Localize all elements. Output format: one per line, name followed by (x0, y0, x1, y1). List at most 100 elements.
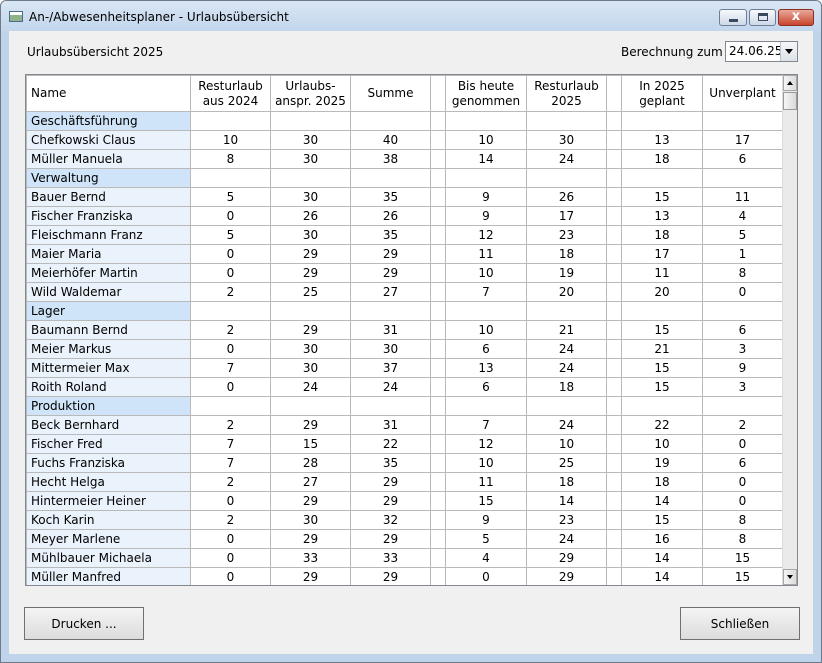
value-cell (430, 263, 446, 283)
value-cell: 7 (190, 453, 271, 473)
title-bar[interactable]: An-/Abwesenheitsplaner - Urlaubsübersich… (1, 1, 821, 31)
value-cell (270, 301, 351, 321)
group-row[interactable]: Verwaltung (26, 168, 783, 188)
table-body: Geschäftsführung Chefkowski Claus 10 30 40 10… (26, 111, 783, 585)
value-cell: 24 (526, 358, 607, 378)
value-cell (350, 111, 431, 131)
date-dropdown-button[interactable] (780, 42, 797, 61)
value-cell: 9 (445, 206, 527, 226)
table-row[interactable]: Meyer Marlene 0 29 29 5 24 16 8 (26, 529, 783, 549)
table-row[interactable]: Baumann Bernd 2 29 31 10 21 15 6 (26, 320, 783, 340)
group-row[interactable]: Produktion (26, 396, 783, 416)
table-row[interactable]: Wild Waldemar 2 25 27 7 20 20 0 (26, 282, 783, 302)
value-cell: 15 (621, 510, 703, 530)
employee-name-cell: Bauer Bernd (26, 187, 191, 207)
employee-name-cell: Mittermeier Max (26, 358, 191, 378)
calc-date-select[interactable]: 24.06.25 (725, 41, 798, 62)
close-window-button[interactable]: x (778, 9, 814, 26)
table-row[interactable]: Mühlbauer Michaela 0 33 33 4 29 14 15 (26, 548, 783, 568)
table-row[interactable]: Fleischmann Franz 5 30 35 12 23 18 5 (26, 225, 783, 245)
value-cell: 7 (190, 434, 271, 454)
value-cell: 2 (190, 415, 271, 435)
value-cell (606, 225, 622, 245)
value-cell: 35 (350, 187, 431, 207)
value-cell: 9 (702, 358, 783, 378)
value-cell: 24 (270, 377, 351, 397)
vertical-scrollbar[interactable] (782, 75, 797, 585)
value-cell: 12 (445, 225, 527, 245)
column-header-line: Resturlaub (198, 78, 263, 93)
value-cell (702, 396, 783, 416)
calc-date-label: Berechnung zum (621, 45, 723, 59)
table-row[interactable]: Fuchs Franziska 7 28 35 10 25 19 6 (26, 453, 783, 473)
table-row[interactable]: Hintermeier Heiner 0 29 29 15 14 14 0 (26, 491, 783, 511)
table-row[interactable]: Fischer Franziska 0 26 26 9 17 13 4 (26, 206, 783, 226)
value-cell: 0 (190, 244, 271, 264)
table-row[interactable]: Chefkowski Claus 10 30 40 10 30 13 17 (26, 130, 783, 150)
value-cell (430, 130, 446, 150)
value-cell: 31 (350, 320, 431, 340)
value-cell: 30 (270, 187, 351, 207)
table-row[interactable]: Hecht Helga 2 27 29 11 18 18 0 (26, 472, 783, 492)
value-cell: 30 (270, 339, 351, 359)
column-header: Urlaubs-anspr. 2025 (270, 75, 351, 112)
table-row[interactable]: Müller Manuela 8 30 38 14 24 18 6 (26, 149, 783, 169)
table-row[interactable]: Koch Karin 2 30 32 9 23 15 8 (26, 510, 783, 530)
value-cell: 0 (702, 282, 783, 302)
maximize-button[interactable] (749, 9, 776, 26)
dialog-client-area: Urlaubsübersicht 2025 Berechnung zum 24.… (9, 31, 813, 654)
value-cell: 37 (350, 358, 431, 378)
scroll-thumb[interactable] (783, 92, 797, 110)
value-cell (621, 168, 703, 188)
value-cell: 0 (190, 491, 271, 511)
value-cell: 40 (350, 130, 431, 150)
employee-name-cell: Roith Roland (26, 377, 191, 397)
employee-name-cell: Meyer Marlene (26, 529, 191, 549)
value-cell (621, 111, 703, 131)
column-header: Bis heute genommen (445, 75, 527, 112)
value-cell: 33 (270, 548, 351, 568)
group-name-cell: Produktion (26, 396, 191, 416)
table-row[interactable]: Roith Roland 0 24 24 6 18 15 3 (26, 377, 783, 397)
value-cell: 8 (702, 529, 783, 549)
value-cell: 2 (190, 510, 271, 530)
value-cell: 15 (702, 548, 783, 568)
value-cell: 22 (350, 434, 431, 454)
value-cell: 0 (702, 491, 783, 511)
value-cell: 14 (526, 491, 607, 511)
value-cell: 30 (270, 510, 351, 530)
value-cell: 10 (445, 263, 527, 283)
group-row[interactable]: Geschäftsführung (26, 111, 783, 131)
table-row[interactable]: Beck Bernhard 2 29 31 7 24 22 2 (26, 415, 783, 435)
table-row[interactable]: Bauer Bernd 5 30 35 9 26 15 11 (26, 187, 783, 207)
value-cell: 24 (526, 529, 607, 549)
value-cell: 29 (350, 529, 431, 549)
minimize-button[interactable] (719, 9, 747, 26)
table-row[interactable]: Mittermeier Max 7 30 37 13 24 15 9 (26, 358, 783, 378)
print-button[interactable]: Drucken ... (24, 607, 144, 640)
group-row[interactable]: Lager (26, 301, 783, 321)
value-cell (445, 168, 527, 188)
employee-name-cell: Beck Bernhard (26, 415, 191, 435)
table-row[interactable]: Fischer Fred 7 15 22 12 10 10 0 (26, 434, 783, 454)
value-cell: 15 (621, 320, 703, 340)
value-cell: 9 (445, 510, 527, 530)
value-cell: 28 (270, 453, 351, 473)
value-cell (270, 111, 351, 131)
value-cell: 29 (270, 320, 351, 340)
column-header-line: In 2025 (639, 78, 685, 93)
value-cell (606, 130, 622, 150)
value-cell: 11 (621, 263, 703, 283)
scroll-down-button[interactable] (783, 569, 797, 585)
scroll-up-button[interactable] (783, 75, 797, 91)
value-cell: 1 (702, 244, 783, 264)
close-button[interactable]: Schließen (680, 607, 800, 640)
value-cell: 9 (445, 187, 527, 207)
table-row[interactable]: Meierhöfer Martin 0 29 29 10 19 11 8 (26, 263, 783, 283)
table-row[interactable]: Maier Maria 0 29 29 11 18 17 1 (26, 244, 783, 264)
table-row[interactable]: Müller Manfred 0 29 29 0 29 14 15 (26, 567, 783, 585)
app-window: An-/Abwesenheitsplaner - Urlaubsübersich… (0, 0, 822, 663)
table-row[interactable]: Meier Markus 0 30 30 6 24 21 3 (26, 339, 783, 359)
value-cell: 30 (270, 149, 351, 169)
value-cell (430, 225, 446, 245)
